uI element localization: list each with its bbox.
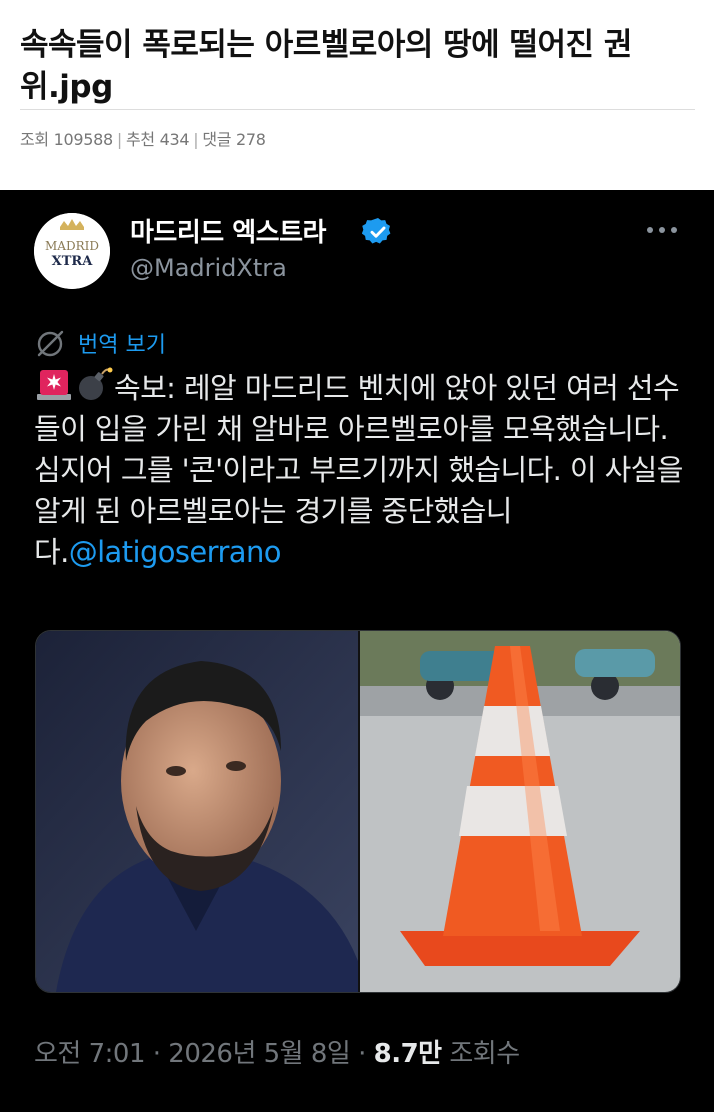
verified-badge-icon	[362, 218, 391, 244]
translate-link[interactable]: 번역 보기	[36, 326, 166, 360]
tweet-footer: 오전 7:01 · 2026년 5월 8일 · 8.7만 조회수	[34, 1033, 520, 1070]
post-title: 속속들이 폭로되는 아르벨로아의 땅에 떨어진 권위.jpg	[20, 27, 632, 105]
dot	[659, 227, 665, 233]
more-options-icon[interactable]	[644, 224, 680, 236]
translate-label: 번역 보기	[78, 333, 166, 358]
traffic-cone-image	[360, 631, 680, 992]
avatar[interactable]: MADRID XTRA	[34, 213, 110, 289]
recommend-count: 434	[159, 130, 190, 149]
avatar-text-top: MADRID	[45, 239, 99, 253]
meta-separator: |	[193, 130, 199, 149]
dot	[671, 227, 677, 233]
meta-separator: |	[116, 130, 123, 149]
dot	[647, 227, 653, 233]
tweet-views-label: 조회수	[441, 1039, 520, 1069]
recommend-label: 추천	[126, 130, 155, 149]
tweet-text: 속보: 레알 마드리드 벤치에 앉아 있던 여러 선수들이 입을 가린 채 알바…	[34, 366, 684, 573]
photo-traffic-cone[interactable]	[360, 631, 680, 992]
man-portrait-image	[36, 631, 358, 992]
mention-link[interactable]: @latigoserrano	[69, 535, 282, 569]
tweet-card: MADRID XTRA 마드리드 엑스트라 @MadridXtra 번역 보기 …	[0, 190, 714, 1112]
display-name[interactable]: 마드리드 엑스트라	[130, 212, 326, 249]
post-meta: 조회 109588 | 추천 434 | 댓글 278	[20, 126, 266, 150]
post-header: 속속들이 폭로되는 아르벨로아의 땅에 떨어진 권위.jpg 조회 109588…	[0, 0, 714, 190]
avatar-text-bottom: XTRA	[52, 254, 94, 269]
rotating-light-emoji	[37, 370, 71, 400]
user-handle[interactable]: @MadridXtra	[130, 254, 287, 282]
tweet-views-count: 8.7만	[373, 1039, 442, 1069]
views-label: 조회	[20, 130, 49, 149]
comments-label: 댓글	[202, 130, 232, 149]
madridxtra-logo: MADRID XTRA	[34, 213, 110, 289]
tweet-timestamp[interactable]: 오전 7:01 · 2026년 5월 8일 ·	[34, 1039, 374, 1069]
title-divider	[20, 109, 695, 110]
views-count: 109588	[53, 130, 114, 149]
photo-man[interactable]	[36, 631, 358, 992]
bomb-emoji	[79, 367, 113, 400]
media-grid[interactable]	[35, 630, 681, 993]
globe-translate-icon	[37, 330, 64, 357]
comments-count: 278	[236, 130, 266, 149]
